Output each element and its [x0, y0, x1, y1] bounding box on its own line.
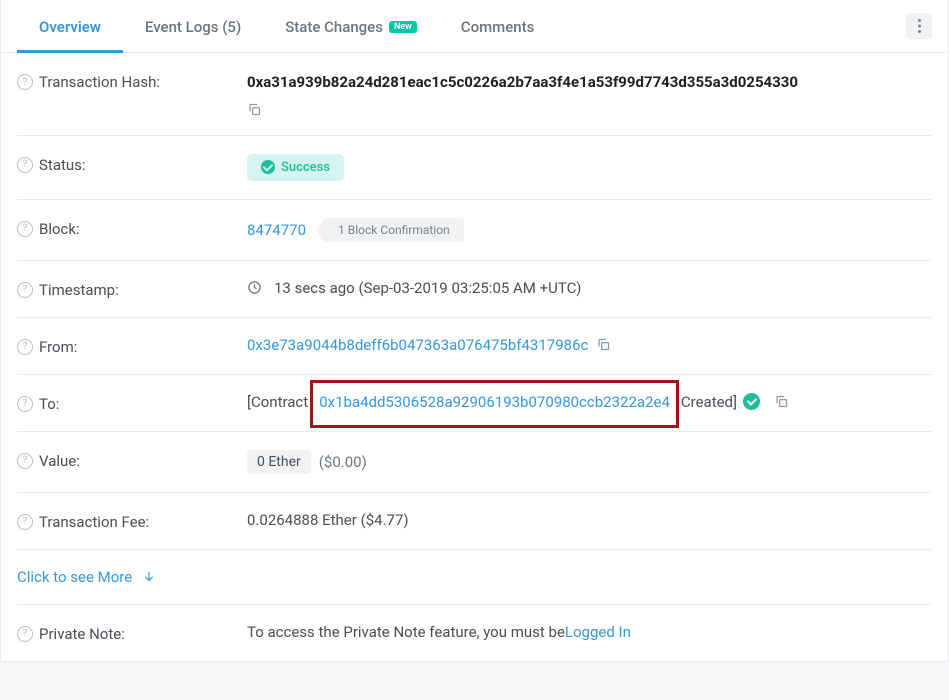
value-block: 8474770 1 Block Confirmation — [247, 218, 932, 242]
highlight-box: 0x1ba4dd5306528a92906193b070980ccb2322a2… — [310, 380, 679, 428]
clock-icon — [247, 280, 262, 295]
to-prefix: [Contract — [247, 393, 308, 411]
label-text: Transaction Fee: — [39, 513, 149, 531]
value-timestamp: 13 secs ago (Sep-03-2019 03:25:05 AM +UT… — [247, 279, 932, 297]
label-text: To: — [39, 395, 59, 413]
help-icon[interactable]: ? — [17, 339, 33, 355]
help-icon[interactable]: ? — [17, 514, 33, 530]
value-fee: 0.0264888 Ether ($4.77) — [247, 511, 932, 529]
label-tx-hash: ? Transaction Hash: — [17, 71, 247, 91]
value-private-note: To access the Private Note feature, you … — [247, 623, 932, 641]
copy-icon[interactable] — [247, 102, 262, 117]
label-timestamp: ? Timestamp: — [17, 279, 247, 299]
copy-icon[interactable] — [596, 337, 611, 352]
tx-hash-text: 0xa31a939b82a24d281eac1c5c0226a2b7aa3f4e… — [247, 71, 798, 94]
status-text: Success — [281, 160, 330, 175]
tab-comments[interactable]: Comments — [439, 0, 557, 52]
label-text: Private Note: — [39, 625, 125, 643]
block-number-link[interactable]: 8474770 — [247, 221, 306, 239]
label-text: From: — [39, 338, 77, 356]
label-fee: ? Transaction Fee: — [17, 511, 247, 531]
private-note-text: To access the Private Note feature, you … — [247, 623, 565, 641]
block-confirmation-badge: 1 Block Confirmation — [324, 218, 464, 242]
value-value: 0 Ether ($0.00) — [247, 450, 932, 474]
value-status: Success — [247, 154, 932, 181]
label-text: Block: — [39, 220, 80, 238]
to-suffix: Created] — [681, 393, 737, 411]
fee-text: 0.0264888 Ether ($4.77) — [247, 511, 409, 529]
status-badge: Success — [247, 154, 344, 181]
row-timestamp: ? Timestamp: 13 secs ago (Sep-03-2019 03… — [17, 261, 932, 318]
check-icon — [261, 160, 275, 174]
help-icon[interactable]: ? — [17, 157, 33, 173]
kebab-icon — [918, 19, 921, 33]
tab-overview[interactable]: Overview — [17, 0, 123, 52]
see-more-text: Click to see More — [17, 568, 132, 586]
ether-badge: 0 Ether — [247, 450, 311, 474]
row-private-note: ? Private Note: To access the Private No… — [17, 605, 932, 661]
label-private-note: ? Private Note: — [17, 623, 247, 643]
row-to: ? To: [Contract 0x1ba4dd5306528a92906193… — [17, 375, 932, 432]
from-address-link[interactable]: 0x3e73a9044b8deff6b047363a076475bf431798… — [247, 336, 588, 354]
more-menu-button[interactable] — [906, 13, 932, 39]
label-from: ? From: — [17, 336, 247, 356]
label-block: ? Block: — [17, 218, 247, 238]
label-status: ? Status: — [17, 154, 247, 174]
logged-in-link[interactable]: Logged In — [565, 623, 631, 641]
new-badge: New — [389, 21, 417, 33]
row-value: ? Value: 0 Ether ($0.00) — [17, 432, 932, 493]
row-from: ? From: 0x3e73a9044b8deff6b047363a076475… — [17, 318, 932, 375]
label-text: Transaction Hash: — [39, 73, 160, 91]
timestamp-text: 13 secs ago (Sep-03-2019 03:25:05 AM +UT… — [274, 279, 581, 297]
help-icon[interactable]: ? — [17, 221, 33, 237]
see-more-link[interactable]: Click to see More — [17, 550, 932, 605]
row-block: ? Block: 8474770 1 Block Confirmation — [17, 200, 932, 261]
label-text: Timestamp: — [39, 281, 119, 299]
tabs-bar: Overview Event Logs (5) State Changes Ne… — [1, 0, 948, 53]
label-to: ? To: — [17, 393, 247, 413]
copy-icon[interactable] — [774, 394, 789, 409]
tab-event-logs[interactable]: Event Logs (5) — [123, 0, 263, 52]
tab-state-changes[interactable]: State Changes New — [263, 0, 439, 52]
label-value: ? Value: — [17, 450, 247, 470]
help-icon[interactable]: ? — [17, 74, 33, 90]
content-area: ? Transaction Hash: 0xa31a939b82a24d281e… — [1, 53, 948, 661]
label-text: Status: — [39, 156, 86, 174]
value-to: [Contract 0x1ba4dd5306528a92906193b07098… — [247, 393, 932, 411]
row-fee: ? Transaction Fee: 0.0264888 Ether ($4.7… — [17, 493, 932, 550]
help-icon[interactable]: ? — [17, 453, 33, 469]
value-tx-hash: 0xa31a939b82a24d281eac1c5c0226a2b7aa3f4e… — [247, 71, 932, 117]
verify-icon — [743, 393, 760, 410]
help-icon[interactable]: ? — [17, 282, 33, 298]
transaction-panel: Overview Event Logs (5) State Changes Ne… — [0, 0, 949, 662]
row-tx-hash: ? Transaction Hash: 0xa31a939b82a24d281e… — [17, 53, 932, 136]
to-address-link[interactable]: 0x1ba4dd5306528a92906193b070980ccb2322a2… — [319, 393, 670, 411]
tab-state-changes-label: State Changes — [285, 18, 383, 36]
help-icon[interactable]: ? — [17, 396, 33, 412]
help-icon[interactable]: ? — [17, 626, 33, 642]
value-from: 0x3e73a9044b8deff6b047363a076475bf431798… — [247, 336, 932, 354]
label-text: Value: — [39, 452, 80, 470]
usd-value: ($0.00) — [319, 453, 367, 471]
row-status: ? Status: Success — [17, 136, 932, 200]
arrow-down-icon — [142, 570, 156, 584]
